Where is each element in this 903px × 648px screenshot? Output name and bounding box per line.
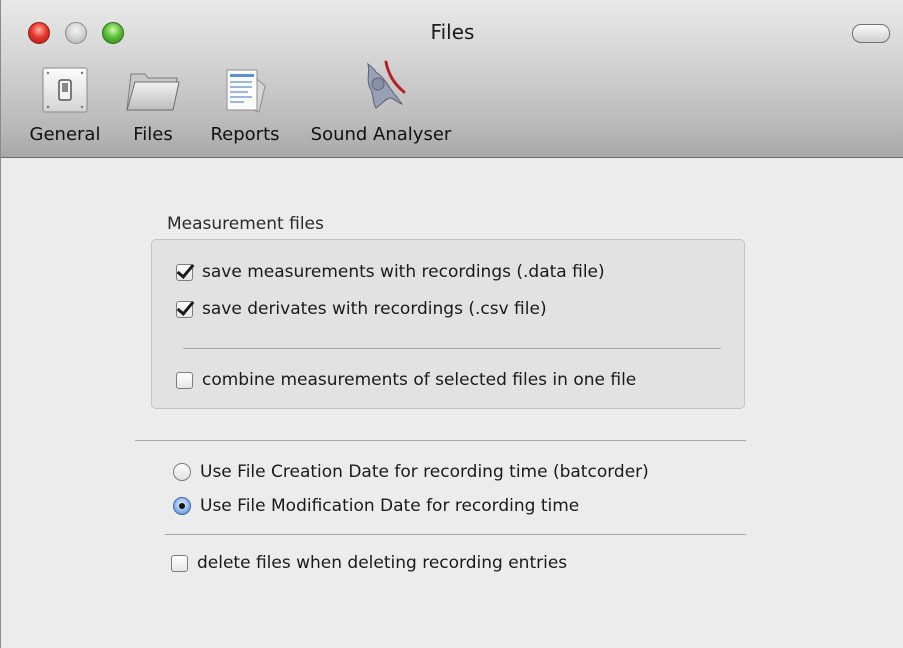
window-title: Files [430, 20, 475, 44]
toolbar-item-label: General [29, 124, 101, 145]
toolbar-item-sound-analyser[interactable]: Sound Analyser [301, 60, 461, 145]
switch-icon [39, 64, 91, 116]
toolbar-item-files[interactable]: Files [123, 64, 183, 145]
save-measurements-checkbox[interactable] [176, 263, 193, 281]
option-label: combine measurements of selected files i… [202, 370, 637, 390]
toolbar-item-label: Sound Analyser [310, 124, 452, 145]
files-preferences-pane: Measurement files save measurements with… [1, 158, 903, 648]
delete-files-checkbox[interactable] [171, 554, 188, 572]
toolbar-item-label: Files [133, 124, 173, 145]
title-toolbar: Files General Files Reports Sound Analys… [1, 0, 903, 158]
toolbar-item-label: Reports [210, 124, 280, 145]
measurement-files-label: Measurement files [167, 214, 324, 234]
modification-date-radio[interactable] [173, 497, 191, 515]
option-label: save measurements with recordings (.data… [202, 262, 605, 282]
save-derivates-checkbox[interactable] [176, 300, 193, 318]
save-measurements-option[interactable]: save measurements with recordings (.data… [176, 262, 605, 282]
creation-date-radio[interactable] [173, 463, 191, 481]
preferences-window: Files General Files Reports Sound Analys… [0, 0, 903, 648]
option-label: Use File Creation Date for recording tim… [200, 462, 649, 482]
folder-icon [126, 64, 180, 116]
bat-icon [346, 60, 416, 116]
option-label: save derivates with recordings (.csv fil… [202, 299, 547, 319]
toolbar-toggle-button[interactable] [852, 24, 890, 43]
creation-date-option[interactable]: Use File Creation Date for recording tim… [173, 462, 649, 482]
toolbar-item-reports[interactable]: Reports [201, 64, 289, 145]
save-derivates-option[interactable]: save derivates with recordings (.csv fil… [176, 299, 547, 319]
group-divider [183, 348, 721, 349]
option-label: Use File Modification Date for recording… [200, 496, 580, 516]
section-divider [165, 534, 746, 535]
modification-date-option[interactable]: Use File Modification Date for recording… [173, 496, 579, 516]
combine-measurements-checkbox[interactable] [176, 371, 193, 389]
section-divider [135, 440, 746, 441]
report-document-icon [219, 64, 271, 116]
delete-files-option[interactable]: delete files when deleting recording ent… [171, 553, 567, 573]
option-label: delete files when deleting recording ent… [197, 553, 568, 573]
combine-measurements-option[interactable]: combine measurements of selected files i… [176, 370, 636, 390]
toolbar-item-general[interactable]: General [19, 64, 111, 145]
measurement-files-box: save measurements with recordings (.data… [151, 239, 745, 409]
